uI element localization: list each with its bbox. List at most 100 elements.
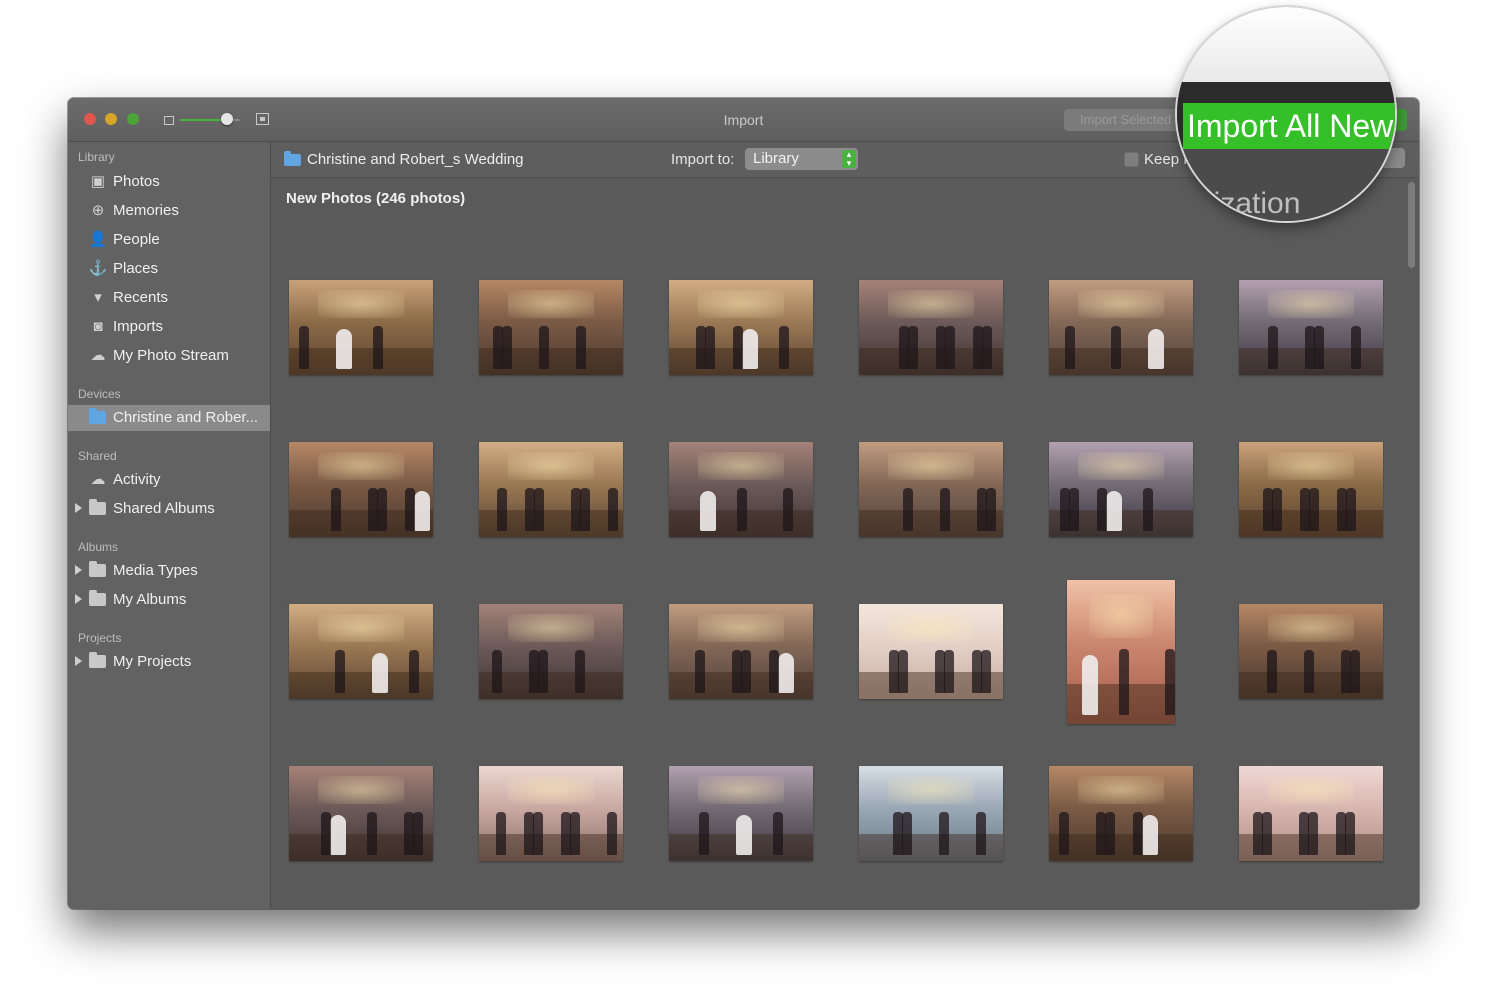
photo-thumbnail[interactable]: [1239, 766, 1383, 861]
sidebar-item-shared-albums[interactable]: Shared Albums: [68, 496, 270, 522]
photo-thumbnail[interactable]: [479, 280, 623, 375]
import-to-select[interactable]: Library ▴ ▾: [745, 148, 858, 170]
photo-thumbnail[interactable]: [289, 604, 433, 699]
photo-figure: [898, 649, 908, 694]
sidebar-item-people[interactable]: 👤 People: [68, 227, 270, 253]
magnified-import-all-button[interactable]: Import All New: [1183, 103, 1395, 149]
disclosure-triangle-icon[interactable]: [75, 594, 82, 604]
sidebar-item-label: My Projects: [113, 653, 192, 670]
photo-figure: [1065, 325, 1075, 370]
photo-thumbnail[interactable]: [289, 442, 433, 537]
sidebar-item-my-albums[interactable]: My Albums: [68, 587, 270, 613]
photo-figure: [699, 811, 709, 856]
photo-figure: [899, 325, 909, 370]
photo-figure: [732, 649, 742, 694]
photo-light: [887, 289, 975, 318]
photo-figure: [1106, 491, 1122, 532]
photo-figure: [1096, 811, 1106, 856]
photo-figure: [696, 325, 706, 370]
photo-thumbnail[interactable]: [1239, 442, 1383, 537]
photo-thumbnail[interactable]: [859, 766, 1003, 861]
photo-thumbnail[interactable]: [669, 280, 813, 375]
photo-thumbnail[interactable]: [1067, 580, 1175, 724]
photo-light: [317, 451, 405, 480]
photo-thumbnail[interactable]: [1049, 280, 1193, 375]
sidebar-item-label: Photos: [113, 173, 160, 190]
photo-light: [317, 775, 405, 804]
photo-figure: [778, 653, 794, 694]
disclosure-triangle-icon[interactable]: [75, 503, 82, 513]
photo-figure: [1268, 325, 1278, 370]
photo-thumbnail[interactable]: [669, 604, 813, 699]
photo-figure: [576, 325, 586, 370]
photo-thumbnail[interactable]: [669, 766, 813, 861]
photo-thumbnail[interactable]: [1239, 280, 1383, 375]
photo-thumbnail[interactable]: [859, 442, 1003, 537]
photo-light: [697, 775, 785, 804]
places-icon: ⚓: [88, 260, 108, 277]
sidebar-item-my-projects[interactable]: My Projects: [68, 649, 270, 675]
sidebar-item-activity[interactable]: ☁ Activity: [68, 467, 270, 493]
sidebar-item-media-types[interactable]: Media Types: [68, 558, 270, 584]
photo-figure: [1345, 811, 1355, 856]
sidebar-item-memories[interactable]: ⊕ Memories: [68, 198, 270, 224]
photo-thumbnail[interactable]: [859, 280, 1003, 375]
sidebar-item-places[interactable]: ⚓ Places: [68, 256, 270, 282]
photo-light: [1267, 451, 1355, 480]
photo-figure: [525, 487, 535, 532]
photo-figure: [409, 649, 419, 694]
photo-figure: [936, 325, 946, 370]
photo-thumbnail[interactable]: [289, 280, 433, 375]
photo-thumbnail[interactable]: [479, 766, 623, 861]
photo-light: [697, 289, 785, 318]
photo-thumbnail[interactable]: [289, 766, 433, 861]
photo-thumbnail[interactable]: [1049, 766, 1193, 861]
photo-figure: [1336, 811, 1346, 856]
photo-figure: [580, 487, 590, 532]
vertical-scrollbar[interactable]: [1405, 178, 1419, 909]
photo-figure: [893, 811, 903, 856]
scroll-thumb[interactable]: [1408, 182, 1415, 268]
photo-figure: [902, 811, 912, 856]
photo-figure: [1341, 649, 1351, 694]
photo-figure: [529, 649, 539, 694]
recents-icon: ▾: [94, 289, 102, 306]
photo-figure: [1263, 487, 1273, 532]
photo-figure: [1060, 487, 1070, 532]
photo-thumbnail[interactable]: [1239, 604, 1383, 699]
photo-floor: [289, 348, 433, 375]
photo-light: [317, 613, 405, 642]
photo-figure: [1142, 815, 1158, 856]
disclosure-triangle-icon[interactable]: [75, 565, 82, 575]
photo-thumbnail[interactable]: [479, 604, 623, 699]
sidebar-item-photos[interactable]: ▣ Photos: [68, 169, 270, 195]
photo-thumbnail[interactable]: [1049, 442, 1193, 537]
sidebar-item-label: My Photo Stream: [113, 347, 229, 364]
photo-figure: [1148, 329, 1164, 370]
import-to-label: Import to:: [671, 151, 735, 168]
photo-figure: [1165, 649, 1175, 716]
photo-light: [1077, 289, 1165, 318]
photo-figure: [1299, 811, 1309, 856]
photo-thumbnail[interactable]: [479, 442, 623, 537]
sidebar-item-my-photo-stream[interactable]: ☁ My Photo Stream: [68, 343, 270, 369]
photo-figure: [779, 325, 789, 370]
photo-figure: [1262, 811, 1272, 856]
photo-figure: [1253, 811, 1263, 856]
photo-grid-area: New Photos (246 photos): [271, 178, 1405, 909]
keep-folder-organization-checkbox[interactable]: [1124, 152, 1139, 167]
photo-figure: [773, 811, 783, 856]
sidebar-item-device[interactable]: Christine and Rober...: [68, 405, 270, 431]
photo-figure: [533, 811, 543, 856]
photo-figure: [1097, 487, 1107, 532]
photo-thumbnail[interactable]: [859, 604, 1003, 699]
photo-thumbnail[interactable]: [669, 442, 813, 537]
photo-figure: [608, 487, 618, 532]
disclosure-triangle-icon[interactable]: [75, 656, 82, 666]
photo-figure: [737, 487, 747, 532]
photo-light: [1088, 594, 1154, 638]
sidebar-item-imports[interactable]: ◙ Imports: [68, 314, 270, 340]
sidebar-item-recents[interactable]: ▾ Recents: [68, 285, 270, 311]
photo-figure: [299, 325, 309, 370]
import-selected-button[interactable]: Import Selected: [1064, 109, 1192, 131]
